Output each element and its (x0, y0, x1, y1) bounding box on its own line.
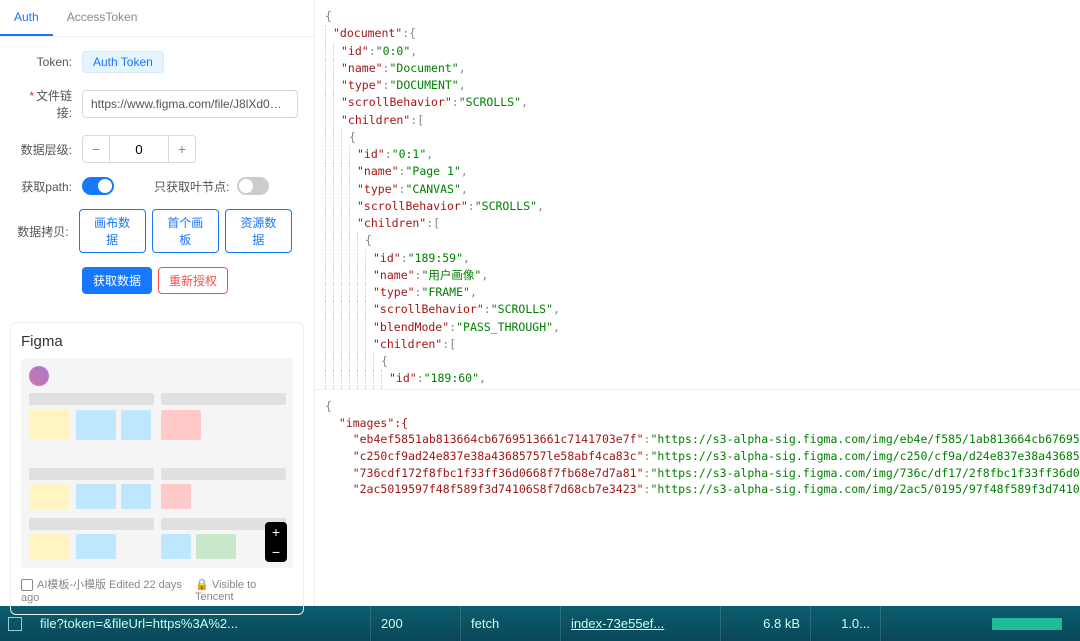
zoom-in-icon[interactable]: + (265, 522, 287, 542)
leafonly-switch[interactable] (237, 177, 269, 195)
btn-fetch-data[interactable]: 获取数据 (82, 267, 152, 294)
preview-title: Figma (21, 333, 293, 350)
depth-minus[interactable]: − (83, 136, 109, 162)
net-type: fetch (460, 606, 560, 641)
net-status: 200 (370, 606, 460, 641)
zoom-control[interactable]: + − (265, 522, 287, 562)
getpath-label: 获取path: (16, 178, 72, 195)
preview-footer-right: 🔒 Visible to Tencent (195, 578, 293, 603)
zoom-out-icon[interactable]: − (265, 542, 287, 562)
btn-resource-data[interactable]: 资源数据 (225, 209, 292, 253)
json-viewer-top[interactable]: { "document":{ "id":"0:0", "name":"Docum… (315, 0, 1080, 390)
token-label: Token: (16, 55, 72, 69)
depth-value[interactable] (109, 136, 169, 162)
row-checkbox[interactable] (8, 617, 22, 631)
figma-preview: Figma ⛶ (10, 322, 304, 615)
tabs: Auth AccessToken (0, 0, 314, 37)
preview-canvas[interactable] (21, 358, 293, 568)
depth-plus[interactable]: + (169, 136, 195, 162)
json-viewer-bottom[interactable]: { "images":{ "eb4ef5851ab813664cb6769513… (315, 390, 1080, 606)
tab-auth[interactable]: Auth (0, 0, 53, 36)
copy-label: 数据拷贝: (16, 223, 69, 240)
net-waterfall-bar (992, 618, 1062, 630)
btn-canvas-data[interactable]: 画布数据 (79, 209, 146, 253)
btn-first-artboard[interactable]: 首个画板 (152, 209, 219, 253)
fileurl-label: 文件链接: (16, 87, 72, 121)
file-icon (21, 579, 33, 591)
auth-token-tag[interactable]: Auth Token (82, 51, 164, 73)
net-initiator[interactable]: index-73e55ef... (560, 606, 720, 641)
btn-reauth[interactable]: 重新授权 (158, 267, 228, 294)
getpath-switch[interactable] (82, 177, 114, 195)
avatar (29, 366, 49, 386)
depth-label: 数据层级: (16, 141, 72, 158)
leafonly-label: 只获取叶节点: (154, 178, 229, 195)
tab-accesstoken[interactable]: AccessToken (53, 0, 152, 36)
depth-stepper[interactable]: − + (82, 135, 196, 163)
fileurl-input[interactable] (82, 90, 298, 118)
preview-footer-left: AI模板-小模版 Edited 22 days ago (21, 576, 195, 604)
net-time: 1.0... (810, 606, 880, 641)
net-size: 6.8 kB (720, 606, 810, 641)
